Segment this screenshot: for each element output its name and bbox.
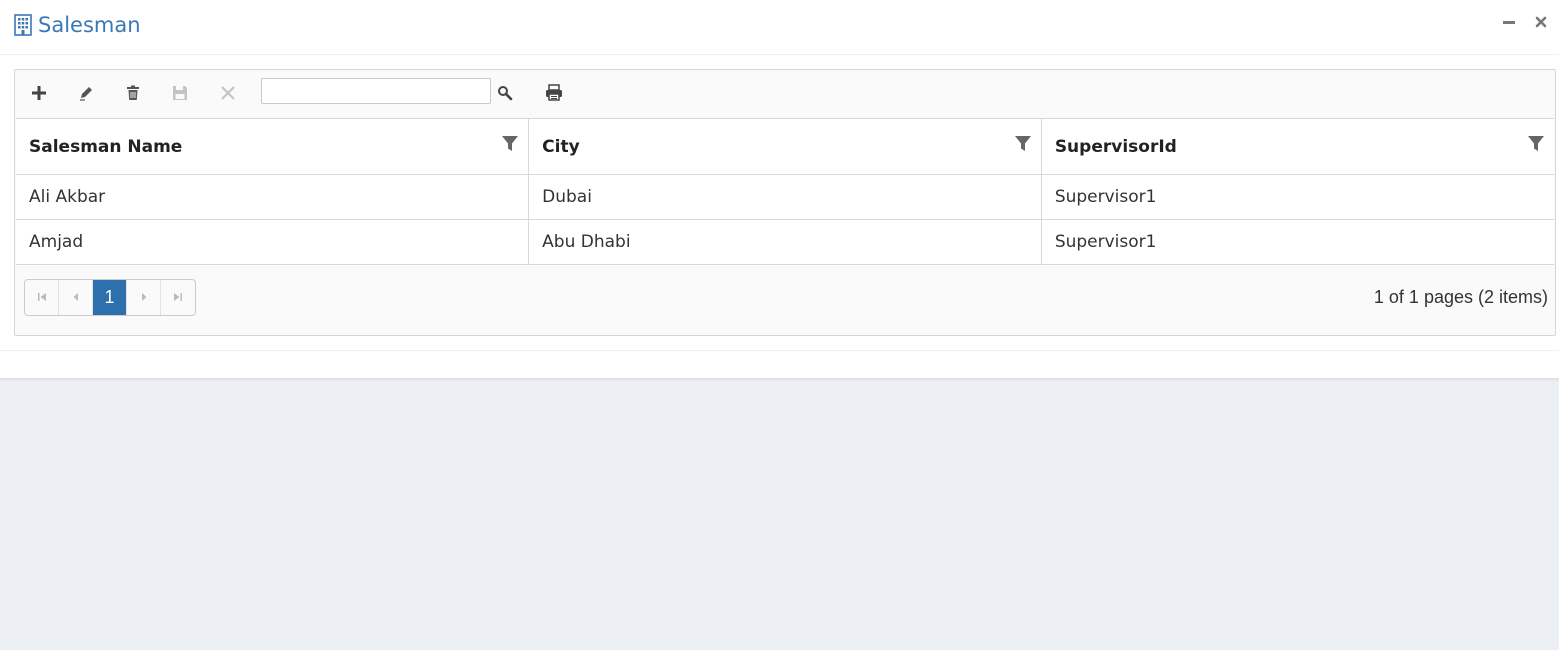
edit-button[interactable]	[73, 82, 99, 108]
salesman-panel: Salesman Salesman Name City SupervisorId…	[0, 0, 1559, 379]
search-icon	[497, 85, 513, 106]
salesman-grid: Salesman Name City SupervisorId Ali Akba…	[14, 69, 1556, 336]
table-row[interactable]: Ali Akbar Dubai Supervisor1	[16, 174, 1554, 220]
close-button[interactable]	[1532, 15, 1550, 33]
table-cell[interactable]: Supervisor1	[1040, 219, 1554, 265]
table-cell[interactable]: Supervisor1	[1040, 174, 1554, 220]
grid-toolbar	[15, 70, 1555, 118]
previous-page-button[interactable]	[59, 280, 93, 315]
add-icon	[31, 85, 47, 106]
page-1-button[interactable]: 1	[93, 280, 127, 315]
pager: 1	[24, 279, 196, 316]
filter-icon[interactable]	[1014, 135, 1032, 153]
table-cell[interactable]: Amjad	[16, 219, 530, 265]
minimize-icon	[1502, 15, 1516, 34]
add-button[interactable]	[26, 82, 52, 108]
last-page-icon	[173, 289, 183, 307]
search-input[interactable]	[261, 78, 491, 104]
salesman-table: Salesman Name City SupervisorId Ali Akba…	[16, 118, 1554, 265]
column-header-city[interactable]: City	[528, 118, 1042, 175]
panel-footer-divider	[0, 350, 1559, 351]
cancel-button[interactable]	[215, 82, 241, 108]
minimize-button[interactable]	[1500, 15, 1518, 33]
panel-header: Salesman	[0, 0, 1559, 55]
delete-icon	[126, 85, 140, 106]
column-header-salesman-name[interactable]: Salesman Name	[16, 118, 530, 175]
last-page-button[interactable]	[161, 280, 195, 315]
column-header-label: City	[542, 136, 580, 157]
building-icon	[14, 14, 32, 36]
table-cell[interactable]: Ali Akbar	[16, 174, 530, 220]
delete-button[interactable]	[120, 82, 146, 108]
print-button[interactable]	[541, 82, 567, 108]
first-page-button[interactable]	[25, 280, 59, 315]
filter-icon[interactable]	[501, 135, 519, 153]
panel-title-text: Salesman	[38, 13, 141, 37]
table-cell[interactable]: Dubai	[528, 174, 1042, 220]
first-page-icon	[37, 289, 47, 307]
filter-icon[interactable]	[1527, 135, 1545, 153]
column-header-label: Salesman Name	[29, 136, 183, 157]
table-header-row: Salesman Name City SupervisorId	[16, 118, 1554, 175]
save-button[interactable]	[167, 82, 193, 108]
pager-info: 1 of 1 pages (2 items)	[1373, 287, 1548, 307]
table-row[interactable]: Amjad Abu Dhabi Supervisor1	[16, 219, 1554, 265]
panel-title: Salesman	[14, 12, 141, 38]
previous-page-icon	[71, 289, 81, 307]
next-page-icon	[139, 289, 149, 307]
print-icon	[545, 84, 563, 106]
search-button[interactable]	[492, 82, 518, 108]
edit-icon	[78, 85, 94, 106]
close-icon	[1535, 15, 1547, 33]
next-page-button[interactable]	[127, 280, 161, 315]
cancel-icon	[220, 85, 236, 106]
save-icon	[172, 85, 188, 106]
column-header-supervisorid[interactable]: SupervisorId	[1040, 118, 1554, 175]
table-cell[interactable]: Abu Dhabi	[528, 219, 1042, 265]
column-header-label: SupervisorId	[1054, 136, 1177, 157]
